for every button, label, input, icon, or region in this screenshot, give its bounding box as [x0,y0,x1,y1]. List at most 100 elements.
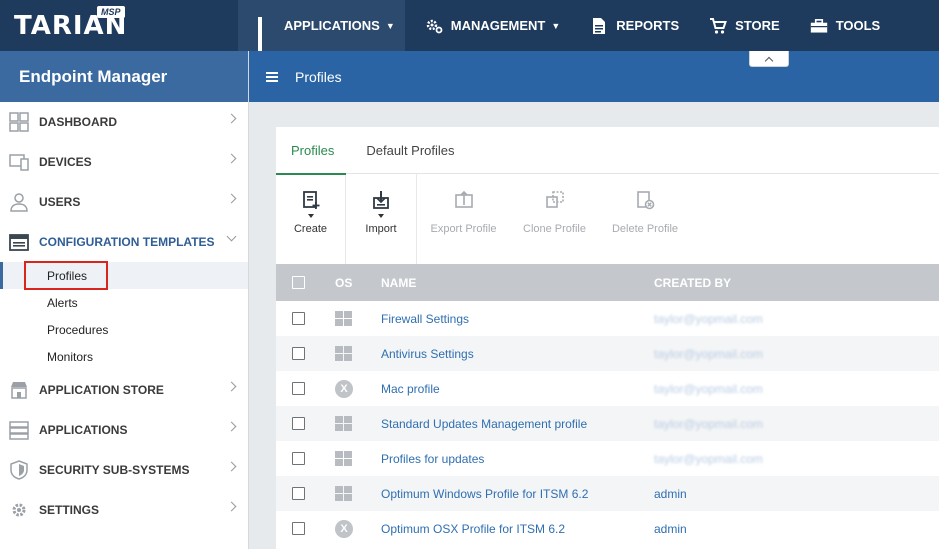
sidebar-item-application-store[interactable]: APPLICATION STORE [0,370,248,410]
logo[interactable]: TARIAN MSP [0,0,238,51]
created-by-value: admin [654,521,687,536]
row-checkbox[interactable] [292,487,305,500]
created-by-value: taylor@yopmail.com [654,451,763,466]
chevron-right-icon [226,113,237,124]
sidebar-item-security-sub-systems[interactable]: SECURITY SUB-SYSTEMS [0,450,248,490]
sidebar-item-configuration-templates[interactable]: CONFIGURATION TEMPLATES [0,222,248,262]
sidebar-item-devices[interactable]: DEVICES [0,142,248,182]
profile-name-link[interactable]: Antivirus Settings [381,347,654,361]
topnav-store-label: STORE [735,18,780,33]
chevron-right-icon [226,501,237,512]
toolbar: Create Import Export Profile Clone Profi… [276,174,939,264]
create-label: Create [293,223,328,235]
profile-name-link[interactable]: Mac profile [381,382,654,396]
table-row[interactable]: X Mac profile taylor@yopmail.com [276,371,939,406]
chevron-right-icon [226,461,237,472]
sidebar-item-settings[interactable]: SETTINGS [0,490,248,530]
template-icon [9,232,29,252]
profile-name-link[interactable]: Profiles for updates [381,452,654,466]
topnav-tools-label: TOOLS [835,18,881,33]
subnav-alerts[interactable]: Alerts [0,289,248,316]
sidebar-item-users[interactable]: USERS [0,182,248,222]
delete-profile-button[interactable]: Delete Profile [599,174,691,264]
subnav-profiles[interactable]: Profiles [0,262,248,289]
create-profile-icon [302,191,319,209]
row-checkbox[interactable] [292,347,305,360]
sidebar: Endpoint Manager DASHBOARD DEVICES USERS… [0,51,249,549]
windows-icon [335,311,381,326]
topnav-management[interactable]: MANAGEMENT ▼ [405,0,571,51]
sidebar-item-dashboard[interactable]: DASHBOARD [0,102,248,142]
chevron-down-icon [226,231,237,242]
profile-name-link[interactable]: Optimum Windows Profile for ITSM 6.2 [381,487,654,501]
toolbox-icon [810,18,827,33]
row-checkbox[interactable] [292,382,305,395]
report-icon [593,17,606,34]
profiles-card: Profiles Default Profiles Create Import … [275,127,939,549]
sidebar-item-label: USERS [39,195,81,209]
gears-icon [426,19,443,33]
subnav-procedures[interactable]: Procedures [0,316,248,343]
apps-grid-icon [258,16,276,53]
table-row[interactable]: Profiles for updates taylor@yopmail.com [276,441,939,476]
created-by-value: taylor@yopmail.com [654,311,763,326]
export-profile-button[interactable]: Export Profile [417,174,510,264]
chevron-down-icon: ▼ [385,20,395,31]
sidebar-item-label: APPLICATION STORE [39,383,164,397]
table-row[interactable]: Antivirus Settings taylor@yopmail.com [276,336,939,371]
sidebar-item-label: SETTINGS [39,503,100,517]
profile-name-link[interactable]: Optimum OSX Profile for ITSM 6.2 [381,522,654,536]
subnav-monitors[interactable]: Monitors [0,343,248,370]
sidebar-item-label: CONFIGURATION TEMPLATES [39,235,215,249]
column-os[interactable]: OS [335,276,381,290]
table-row[interactable]: Optimum Windows Profile for ITSM 6.2 admi… [276,476,939,511]
windows-icon [335,486,381,501]
page-title: Profiles [295,68,342,85]
delete-profile-label: Delete Profile [611,223,679,235]
chevron-right-icon [226,193,237,204]
row-checkbox[interactable] [292,417,305,430]
tab-profiles[interactable]: Profiles [275,127,347,175]
table-header: OS NAME CREATED BY [276,264,939,301]
sidebar-item-label: SECURITY SUB-SYSTEMS [39,463,190,477]
row-checkbox[interactable] [292,452,305,465]
created-by-value: taylor@yopmail.com [654,416,763,431]
clone-profile-button[interactable]: Clone Profile [510,174,599,264]
gear-icon [9,500,29,520]
chevron-right-icon [226,421,237,432]
windows-icon [335,346,381,361]
sidebar-item-applications[interactable]: APPLICATIONS [0,410,248,450]
profile-name-link[interactable]: Standard Updates Management profile [381,417,654,431]
chevron-right-icon [226,381,237,392]
row-checkbox[interactable] [292,312,305,325]
mac-os-icon: X [335,379,381,398]
tab-default-profiles[interactable]: Default Profiles [366,127,454,174]
sidebar-item-label: APPLICATIONS [39,423,128,437]
import-label: Import [365,223,397,235]
export-profile-label: Export Profile [430,223,497,235]
topnav-reports[interactable]: REPORTS [570,0,689,51]
export-icon [454,190,473,208]
cart-icon [710,17,728,34]
table-row[interactable]: Firewall Settings taylor@yopmail.com [276,301,939,336]
row-checkbox[interactable] [292,522,305,535]
menu-icon[interactable] [266,71,278,82]
sidebar-item-label: DASHBOARD [39,115,117,129]
select-all-checkbox[interactable] [292,276,305,289]
topnav-store[interactable]: STORE [689,0,790,51]
tab-bar: Profiles Default Profiles [275,127,939,175]
sidebar-item-label: DEVICES [39,155,92,169]
shield-icon [9,460,29,480]
import-button[interactable]: Import [346,174,416,264]
topnav-tools[interactable]: TOOLS [790,0,891,51]
column-created-by[interactable]: CREATED BY [654,276,939,290]
create-button[interactable]: Create [276,174,345,264]
sidebar-title: Endpoint Manager [0,51,248,102]
table-row[interactable]: Standard Updates Management profile taylo… [276,406,939,441]
collapse-header-button[interactable] [749,51,789,67]
created-by-value: admin [654,486,687,501]
column-name[interactable]: NAME [381,276,654,290]
table-row[interactable]: X Optimum OSX Profile for ITSM 6.2 admin [276,511,939,546]
topnav-applications[interactable]: APPLICATIONS ▼ [238,0,405,53]
profile-name-link[interactable]: Firewall Settings [381,312,654,326]
